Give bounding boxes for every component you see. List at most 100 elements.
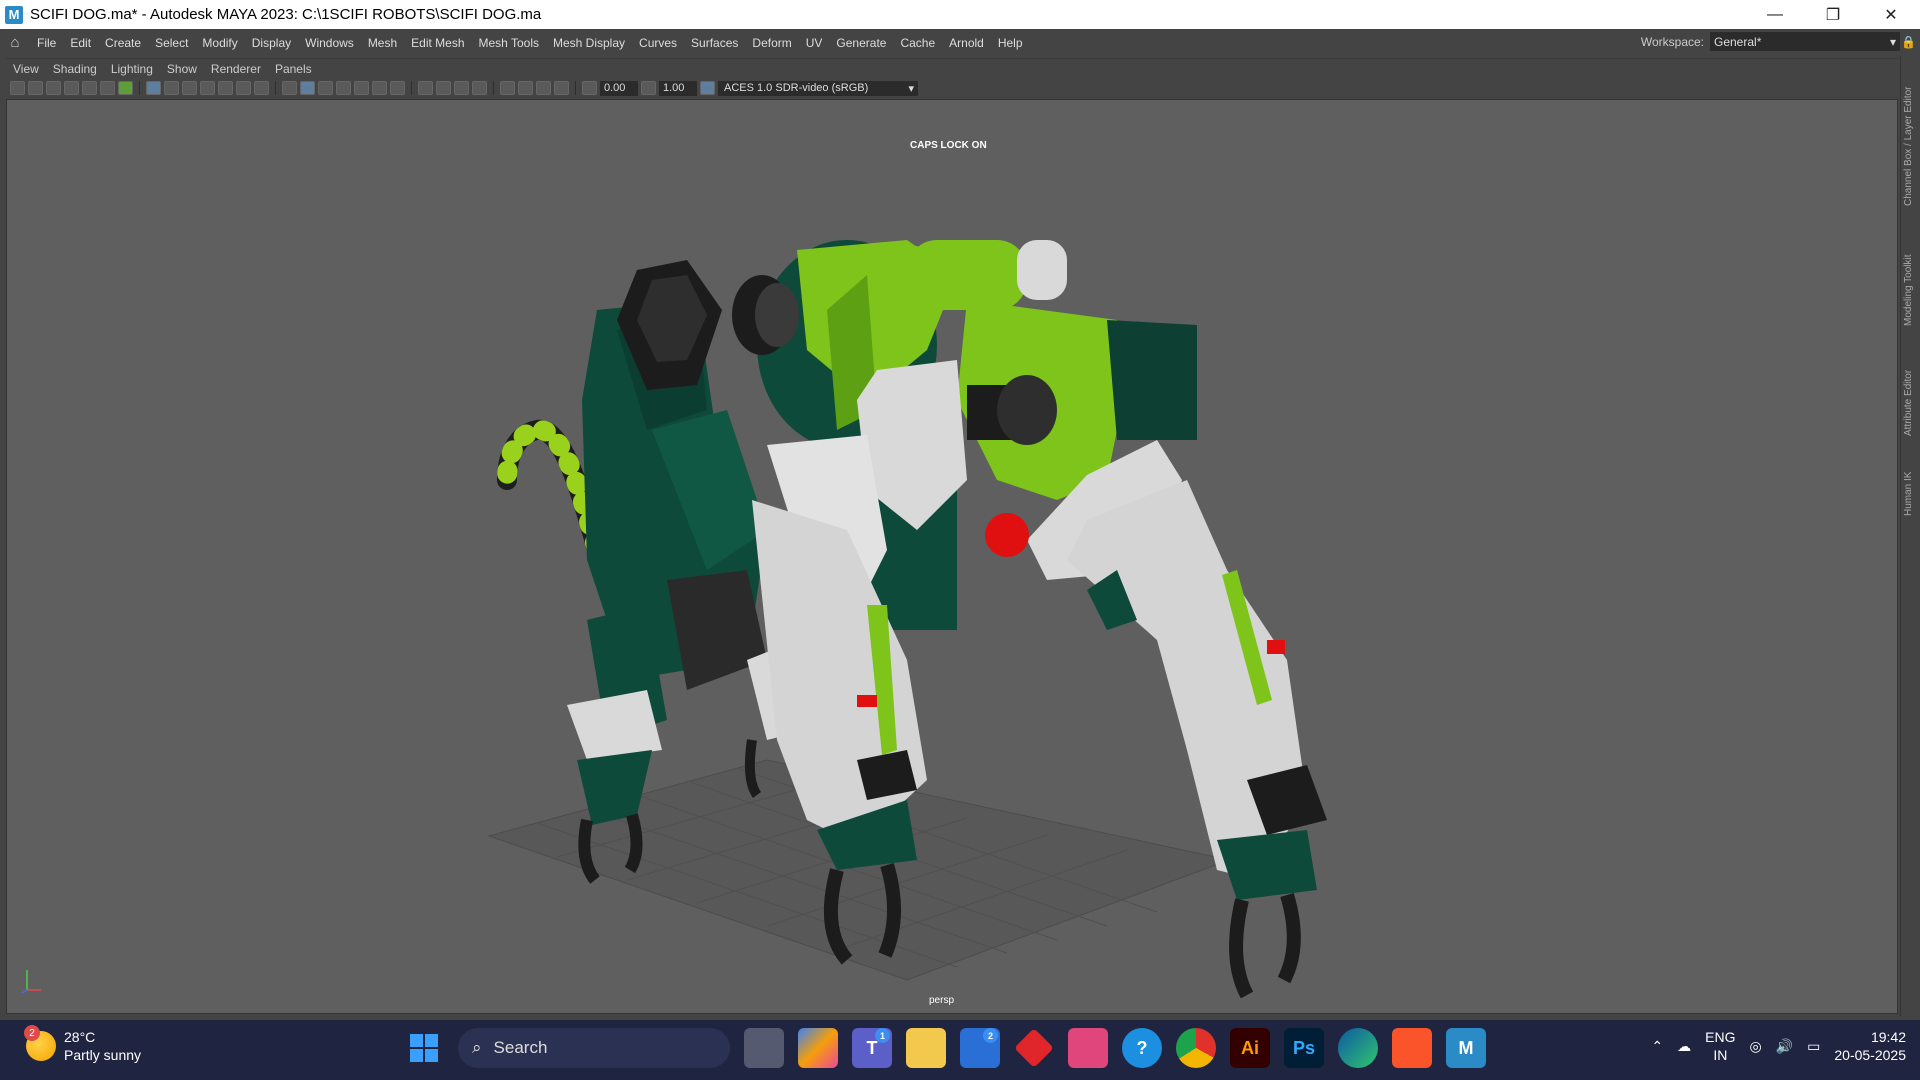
tab-modeling-toolkit[interactable]: Modeling Toolkit: [1903, 254, 1914, 326]
volume-icon[interactable]: 🔊: [1776, 1038, 1793, 1055]
menu-cache[interactable]: Cache: [893, 36, 942, 50]
shadows-icon[interactable]: [390, 81, 405, 95]
2d-pan-zoom-icon[interactable]: [100, 81, 115, 95]
safe-action-icon[interactable]: [236, 81, 251, 95]
taskbar-search[interactable]: ⌕ Search: [458, 1028, 730, 1068]
chevron-up-icon[interactable]: ⌃: [1651, 1038, 1663, 1055]
panel-menu-lighting[interactable]: Lighting: [104, 62, 160, 76]
weather-temp: 28°C: [64, 1029, 96, 1045]
gamma-field[interactable]: 1.00: [659, 80, 697, 96]
backface-culling-icon[interactable]: [554, 81, 569, 95]
close-button[interactable]: ✕: [1862, 0, 1920, 29]
tab-human-ik[interactable]: Human IK: [1903, 472, 1914, 516]
language-indicator[interactable]: ENG IN: [1705, 1028, 1735, 1064]
grid-toggle-icon[interactable]: [146, 81, 161, 95]
gate-mask-icon[interactable]: [200, 81, 215, 95]
task-view-icon[interactable]: [744, 1028, 784, 1068]
menu-edit-mesh[interactable]: Edit Mesh: [404, 36, 471, 50]
edge-icon[interactable]: [1338, 1028, 1378, 1068]
lock-icon[interactable]: 🔒: [1901, 35, 1916, 49]
menu-modify[interactable]: Modify: [195, 36, 244, 50]
film-gate-icon[interactable]: [164, 81, 179, 95]
xray-active-icon[interactable]: [536, 81, 551, 95]
minimize-button[interactable]: —: [1746, 0, 1804, 29]
panel-menu-shading[interactable]: Shading: [46, 62, 104, 76]
forza-icon[interactable]: [1068, 1028, 1108, 1068]
gamma-icon[interactable]: [641, 81, 656, 95]
panel-menu-panels[interactable]: Panels: [268, 62, 319, 76]
panel-menu-view[interactable]: View: [6, 62, 46, 76]
color-space-dropdown[interactable]: ACES 1.0 SDR-video (sRGB) ▾: [718, 80, 918, 96]
clock[interactable]: 19:42 20-05-2025: [1834, 1028, 1906, 1064]
menu-edit[interactable]: Edit: [63, 36, 98, 50]
brave-icon[interactable]: [1392, 1028, 1432, 1068]
anti-aliasing-icon[interactable]: [454, 81, 469, 95]
menu-uv[interactable]: UV: [799, 36, 830, 50]
xray-joints-icon[interactable]: [518, 81, 533, 95]
home-icon[interactable]: ⌂: [0, 34, 30, 51]
bookmark-icon[interactable]: [64, 81, 79, 95]
resolution-gate-icon[interactable]: [182, 81, 197, 95]
menu-help[interactable]: Help: [991, 36, 1030, 50]
get-help-icon[interactable]: ?: [1122, 1028, 1162, 1068]
menu-windows[interactable]: Windows: [298, 36, 361, 50]
exposure-field[interactable]: 0.00: [600, 80, 638, 96]
taskbar-pinned-apps: ⌕ Search T1 2 ? Ai Ps M: [404, 1028, 1486, 1068]
copilot-icon[interactable]: [798, 1028, 838, 1068]
illustrator-icon[interactable]: Ai: [1230, 1028, 1270, 1068]
field-chart-icon[interactable]: [218, 81, 233, 95]
restore-button[interactable]: ❐: [1804, 0, 1862, 29]
depth-of-field-icon[interactable]: [472, 81, 487, 95]
ambient-occlusion-icon[interactable]: [418, 81, 433, 95]
menu-curves[interactable]: Curves: [632, 36, 684, 50]
color-management-icon[interactable]: [700, 81, 715, 95]
menu-deform[interactable]: Deform: [745, 36, 798, 50]
tab-channel-box[interactable]: Channel Box / Layer Editor: [1903, 86, 1914, 206]
photoshop-icon[interactable]: Ps: [1284, 1028, 1324, 1068]
menu-surfaces[interactable]: Surfaces: [684, 36, 745, 50]
camera-attributes-icon[interactable]: [46, 81, 61, 95]
scene-3d-render[interactable]: [7, 100, 1898, 1014]
exposure-icon[interactable]: [582, 81, 597, 95]
menu-mesh-tools[interactable]: Mesh Tools: [472, 36, 546, 50]
panel-menu-renderer[interactable]: Renderer: [204, 62, 268, 76]
workspace-dropdown[interactable]: General* ▾: [1710, 32, 1900, 51]
menu-mesh[interactable]: Mesh: [361, 36, 404, 50]
panel-menu-bar: View Shading Lighting Show Renderer Pane…: [6, 58, 1898, 78]
safe-title-icon[interactable]: [254, 81, 269, 95]
menu-file[interactable]: File: [30, 36, 63, 50]
start-button[interactable]: [404, 1028, 444, 1068]
chrome-icon[interactable]: [1176, 1028, 1216, 1068]
viewport-persp[interactable]: CAPS LOCK ON persp: [6, 99, 1898, 1014]
teams-icon[interactable]: T1: [852, 1028, 892, 1068]
wireframe-icon[interactable]: [282, 81, 297, 95]
motion-blur-icon[interactable]: [436, 81, 451, 95]
network-icon[interactable]: ◎: [1749, 1038, 1761, 1055]
microsoft-store-icon[interactable]: 2: [960, 1028, 1000, 1068]
maya-taskbar-icon[interactable]: M: [1446, 1028, 1486, 1068]
default-material-icon[interactable]: [318, 81, 333, 95]
menu-arnold[interactable]: Arnold: [942, 36, 991, 50]
menu-create[interactable]: Create: [98, 36, 148, 50]
battery-icon[interactable]: ▭: [1807, 1038, 1820, 1055]
red-app-icon[interactable]: [1014, 1028, 1054, 1068]
menu-select[interactable]: Select: [148, 36, 195, 50]
menu-mesh-display[interactable]: Mesh Display: [546, 36, 632, 50]
xray-icon[interactable]: [354, 81, 369, 95]
isolate-select-icon[interactable]: [500, 81, 515, 95]
clock-date: 20-05-2025: [1834, 1047, 1906, 1063]
smooth-shade-icon[interactable]: [300, 81, 315, 95]
onedrive-icon[interactable]: ☁: [1677, 1038, 1691, 1055]
tab-attribute-editor[interactable]: Attribute Editor: [1903, 370, 1914, 436]
image-plane-icon[interactable]: [82, 81, 97, 95]
weather-widget[interactable]: 2 28°C Partly sunny: [24, 1025, 141, 1064]
lights-icon[interactable]: [372, 81, 387, 95]
menu-generate[interactable]: Generate: [829, 36, 893, 50]
camera-lock-icon[interactable]: [28, 81, 43, 95]
grease-pencil-icon[interactable]: [118, 81, 133, 95]
file-explorer-icon[interactable]: [906, 1028, 946, 1068]
panel-menu-show[interactable]: Show: [160, 62, 204, 76]
menu-display[interactable]: Display: [245, 36, 298, 50]
textured-icon[interactable]: [336, 81, 351, 95]
camera-select-icon[interactable]: [10, 81, 25, 95]
